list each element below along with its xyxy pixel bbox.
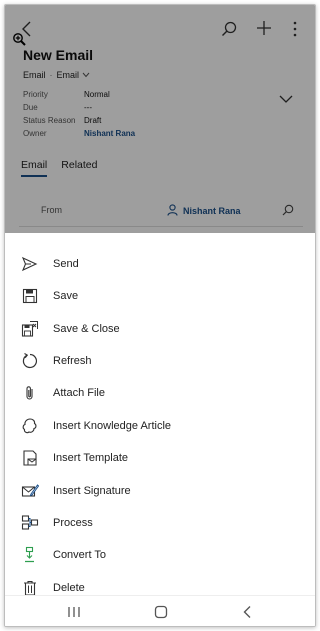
system-back-icon[interactable] — [241, 605, 253, 624]
paperclip-icon — [21, 384, 39, 402]
recent-apps-icon[interactable] — [67, 605, 81, 624]
phone-frame: New Email Email · Email Priority Normal Du… — [4, 4, 316, 627]
template-icon — [21, 449, 39, 467]
menu-label: Insert Template — [53, 452, 129, 464]
save-close-icon — [21, 320, 39, 338]
command-menu-sheet: Send Save Save & Close Refresh Attach Fi — [5, 233, 315, 596]
menu-label: Refresh — [53, 355, 92, 367]
menu-label: Attach File — [53, 387, 105, 399]
menu-item-refresh[interactable]: Refresh — [5, 346, 315, 376]
menu-label: Save & Close — [53, 323, 120, 335]
menu-label: Convert To — [53, 549, 106, 561]
knowledge-article-icon — [21, 417, 39, 435]
refresh-icon — [21, 352, 39, 370]
home-icon[interactable] — [154, 605, 168, 624]
system-navigation-bar — [5, 595, 315, 626]
menu-label: Send — [53, 258, 79, 270]
send-icon — [21, 255, 39, 273]
menu-label: Delete — [53, 582, 85, 594]
signature-icon — [21, 482, 40, 500]
menu-item-insert-signature[interactable]: Insert Signature — [5, 476, 315, 506]
dim-overlay[interactable] — [5, 5, 315, 233]
menu-label: Insert Knowledge Article — [53, 420, 172, 432]
process-icon — [21, 514, 39, 532]
menu-item-send[interactable]: Send — [5, 249, 315, 279]
convert-icon — [21, 546, 39, 564]
menu-item-save[interactable]: Save — [5, 281, 315, 311]
menu-label: Process — [53, 517, 93, 529]
menu-label: Insert Signature — [53, 485, 131, 497]
menu-item-attach-file[interactable]: Attach File — [5, 378, 315, 408]
menu-item-insert-template[interactable]: Insert Template — [5, 443, 315, 473]
menu-item-convert-to[interactable]: Convert To — [5, 540, 315, 570]
menu-item-insert-knowledge-article[interactable]: Insert Knowledge Article — [5, 411, 315, 441]
menu-item-process[interactable]: Process — [5, 508, 315, 538]
menu-label: Save — [53, 290, 79, 302]
menu-item-save-close[interactable]: Save & Close — [5, 314, 315, 344]
save-icon — [21, 287, 39, 305]
